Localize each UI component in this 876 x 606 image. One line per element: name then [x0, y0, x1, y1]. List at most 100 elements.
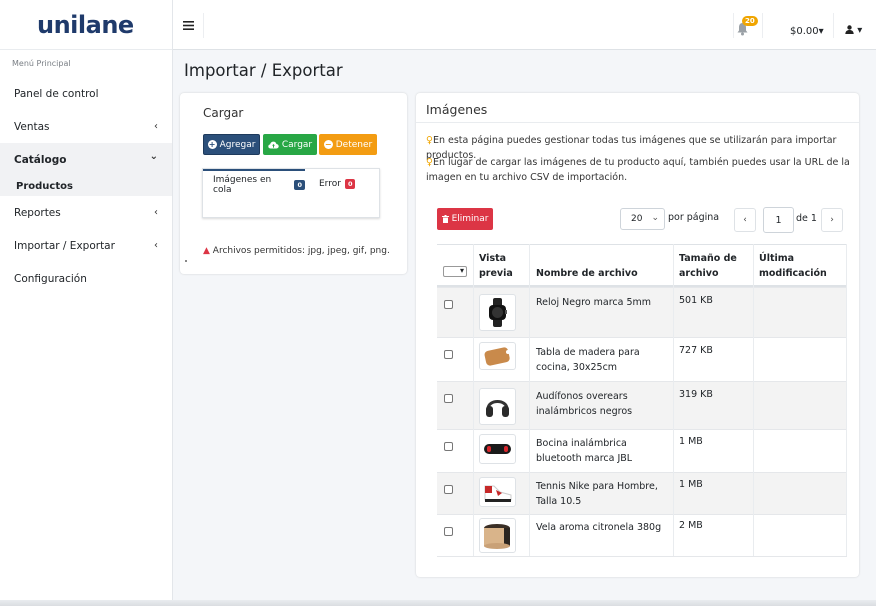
thumbnail-sneaker	[479, 477, 516, 507]
user-menu[interactable]: ▾	[845, 25, 862, 36]
file-size: 319 KB	[679, 389, 713, 400]
upload-tabs: Imágenes en cola 0 Error 0	[202, 168, 380, 218]
divider	[416, 122, 859, 123]
column-divider	[529, 244, 530, 556]
column-divider	[846, 244, 847, 556]
sidebar-item-label: Catálogo	[14, 153, 67, 166]
plus-circle-icon: +	[207, 140, 217, 149]
row-checkbox[interactable]	[444, 300, 453, 309]
sidebar-item-label: Panel de control	[14, 87, 99, 100]
stop-button-label: Detener	[335, 139, 373, 150]
delete-button-label: Eliminar	[451, 214, 489, 224]
column-divider	[753, 244, 754, 556]
upload-button[interactable]: Cargar	[263, 134, 317, 155]
thumbnail-watch	[479, 294, 516, 331]
caret-down-icon: ▾	[857, 25, 863, 36]
column-header-filesize: Tamaño de archivo	[679, 253, 737, 279]
chevron-down-icon: ⌄	[149, 151, 158, 162]
sidebar-item-importar-exportar[interactable]: Importar / Exportar ‹	[0, 229, 172, 262]
footer-bar	[0, 600, 876, 606]
lightbulb-icon: ♀	[426, 135, 433, 146]
column-header-preview: Vista previa	[479, 253, 513, 279]
table-header: ▾ Vista previa Nombre de archivo Tamaño …	[437, 244, 847, 287]
row-checkbox[interactable]	[444, 442, 453, 451]
balance-dropdown[interactable]: $0.00▾	[790, 26, 824, 37]
brand-name: unilane	[37, 10, 134, 39]
brand-logo[interactable]: unilane	[0, 0, 172, 50]
thumbnail-candle	[479, 518, 516, 553]
chevron-left-icon: ‹	[154, 240, 158, 251]
sidebar-item-reportes[interactable]: Reportes ‹	[0, 196, 172, 229]
page-number-value: 1	[775, 214, 782, 226]
per-page-select[interactable]: 20 ⌄	[620, 208, 665, 230]
per-page-value: 20	[631, 214, 643, 224]
divider	[733, 13, 734, 38]
thumbnail-board	[479, 342, 516, 370]
file-size: 727 KB	[679, 345, 713, 356]
tab-queued[interactable]: Imágenes en cola 0	[203, 169, 305, 199]
table-row[interactable]: Tabla de madera para cocina, 30x25cm 727…	[437, 337, 847, 381]
allowed-files-note: ▲ Archivos permitidos: jpg, jpeg, gif, p…	[203, 246, 390, 256]
stop-button[interactable]: − Detener	[319, 134, 377, 155]
page-title: Importar / Exportar	[184, 61, 343, 80]
notification-badge: 20	[742, 16, 758, 26]
file-size: 1 MB	[679, 479, 703, 490]
file-name: Audífonos overears inalámbricos negros	[536, 391, 633, 417]
prev-page-button[interactable]: ‹	[734, 208, 756, 232]
file-size: 1 MB	[679, 436, 703, 447]
sidebar-item-label: Reportes	[14, 206, 61, 219]
chevron-left-icon: ‹	[154, 121, 158, 132]
table-row[interactable]: Bocina inalámbrica bluetooth marca JBL 1…	[437, 429, 847, 472]
table-row[interactable]: Tennis Nike para Hombre, Talla 10.5 1 MB	[437, 472, 847, 514]
add-button[interactable]: + Agregar	[203, 134, 260, 155]
next-page-button[interactable]: ›	[821, 208, 843, 232]
sidebar-subitem-label: Productos	[16, 180, 73, 192]
file-size: 501 KB	[679, 295, 713, 306]
hamburger-icon[interactable]	[173, 13, 204, 38]
add-button-label: Agregar	[219, 139, 256, 150]
info-text: En lugar de cargar las imágenes de tu pr…	[426, 157, 850, 183]
row-checkbox[interactable]	[444, 485, 453, 494]
page-number-input[interactable]: 1	[763, 207, 794, 233]
file-size: 2 MB	[679, 520, 703, 531]
table-bottom-border	[437, 556, 847, 557]
row-checkbox[interactable]	[444, 350, 453, 359]
cloud-upload-icon	[268, 141, 279, 148]
sidebar-item-ventas[interactable]: Ventas ‹	[0, 110, 172, 143]
sidebar-item-configuracion[interactable]: Configuración	[0, 262, 172, 295]
sidebar-item-label: Importar / Exportar	[14, 239, 115, 252]
row-checkbox[interactable]	[444, 394, 453, 403]
queued-count-badge: 0	[294, 180, 305, 190]
page-total-label: de 1	[796, 213, 817, 224]
tab-error[interactable]: Error 0	[305, 169, 380, 199]
thumbnail-speaker	[479, 434, 516, 464]
decorative-dot	[185, 260, 187, 262]
file-name: Bocina inalámbrica bluetooth marca JBL	[536, 438, 633, 464]
sidebar-item-catalogo[interactable]: Catálogo ⌄	[0, 143, 172, 176]
images-title: Imágenes	[426, 102, 488, 117]
delete-button[interactable]: Eliminar	[437, 208, 493, 230]
chevron-left-icon: ‹	[743, 215, 747, 225]
balance-value: $0.00	[790, 26, 819, 37]
tab-label: Error	[319, 179, 341, 189]
chevron-right-icon: ›	[830, 215, 834, 225]
menu-header: Menú Principal	[12, 59, 71, 68]
sidebar-subitem-productos[interactable]: Productos	[0, 176, 172, 196]
upload-button-label: Cargar	[281, 139, 313, 150]
user-icon	[845, 25, 854, 34]
caret-down-icon: ▾	[459, 266, 464, 275]
per-page-label: por página	[668, 212, 720, 223]
column-divider	[473, 244, 474, 556]
divider	[762, 13, 763, 38]
sidebar-item-panel[interactable]: Panel de control	[0, 77, 172, 110]
warning-icon: ▲	[203, 246, 210, 256]
table-row[interactable]: Reloj Negro marca 5mm 501 KB	[437, 287, 847, 337]
chevron-down-icon: ⌄	[651, 213, 659, 223]
row-checkbox[interactable]	[444, 527, 453, 536]
select-all-dropdown[interactable]: ▾	[443, 266, 467, 277]
upload-title: Cargar	[203, 106, 244, 120]
caret-down-icon: ▾	[818, 26, 824, 37]
table-row[interactable]: Vela aroma citronela 380g 2 MB	[437, 514, 847, 556]
divider	[833, 13, 834, 38]
table-row[interactable]: Audífonos overears inalámbricos negros 3…	[437, 381, 847, 429]
